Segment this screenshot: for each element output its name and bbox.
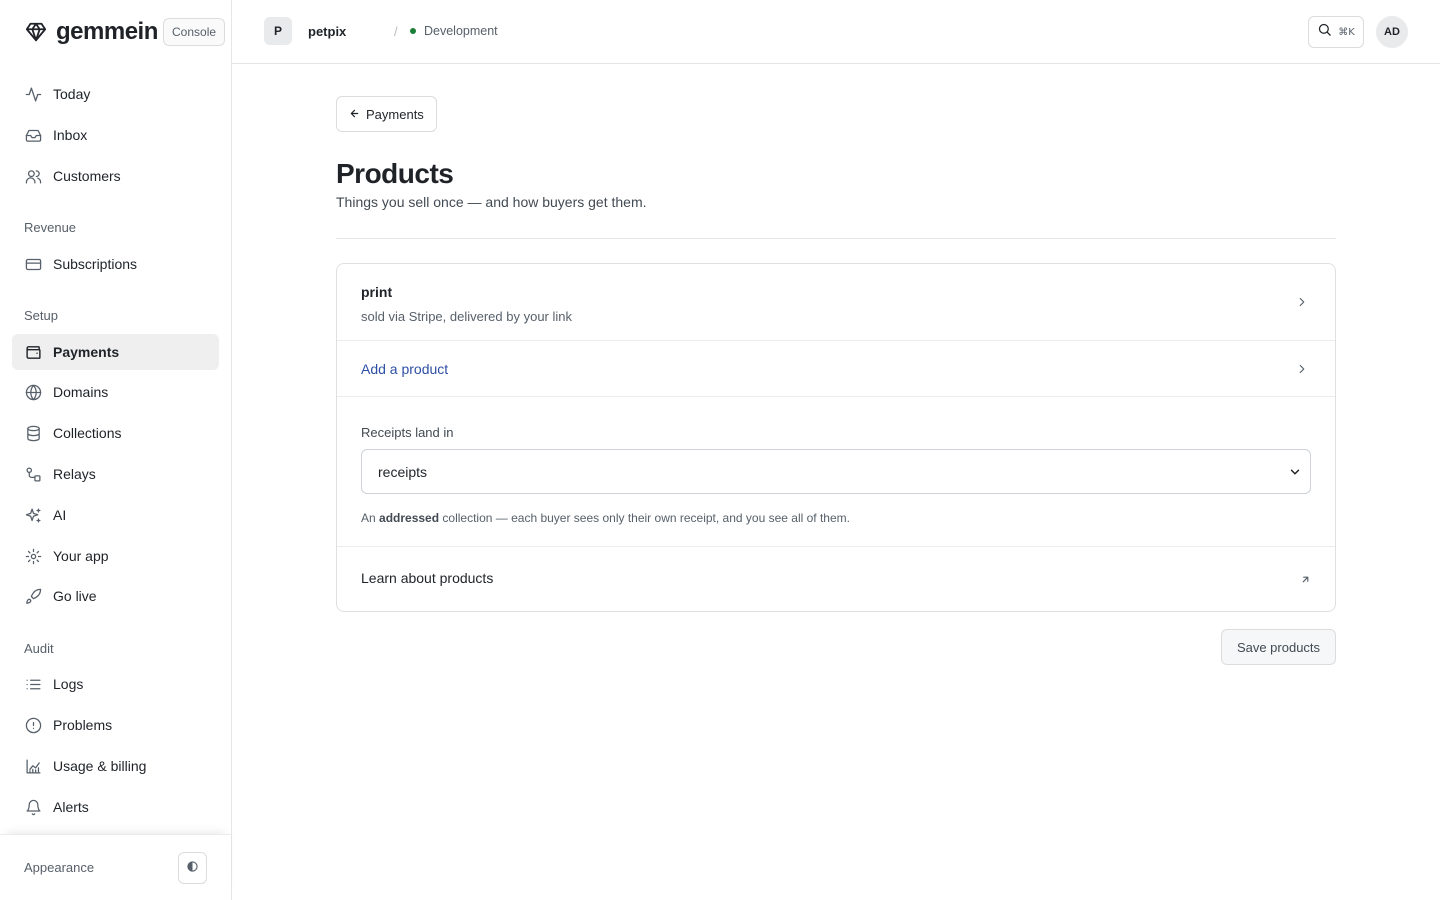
appearance-label: Appearance <box>24 860 95 875</box>
sidebar-item-label: AI <box>53 507 67 523</box>
diamond-icon <box>24 20 48 44</box>
sidebar-item-relays[interactable]: Relays <box>12 456 219 492</box>
page-subtitle: Things you sell once — and how buyers ge… <box>336 194 647 210</box>
globe-icon <box>24 383 42 401</box>
help-suffix: collection — each buyer sees only their … <box>442 511 850 525</box>
receipts-help-text: An addressed collection — each buyer see… <box>361 511 850 525</box>
inbox-icon <box>24 126 42 144</box>
sidebar-item-label: Alerts <box>53 799 89 815</box>
sidebar-item-label: Inbox <box>53 127 88 143</box>
sidebar-item-today[interactable]: Today <box>12 76 219 112</box>
select-value: receipts <box>378 463 428 480</box>
divider <box>336 238 1336 239</box>
product-row[interactable]: print sold via Stripe, delivered by your… <box>337 264 1335 341</box>
back-to-payments-button[interactable]: Payments <box>336 96 437 132</box>
sidebar-item-go-live[interactable]: Go live <box>12 578 219 614</box>
status-dot <box>410 28 416 34</box>
wallet-icon <box>24 343 42 361</box>
help-emphasis: addressed <box>379 511 440 525</box>
sidebar-item-payments[interactable]: Payments <box>12 334 219 370</box>
arrow-left-icon <box>349 107 360 122</box>
alert-circle-icon <box>24 716 42 734</box>
sidebar-item-label: Customers <box>53 168 121 184</box>
sidebar-item-your-app[interactable]: Your app <box>12 538 219 574</box>
sidebar-item-usage-billing[interactable]: Usage & billing <box>12 748 219 784</box>
half-circle-icon <box>187 859 198 877</box>
add-product-link: Add a product <box>361 361 449 377</box>
sidebar-item-ai[interactable]: AI <box>12 497 219 533</box>
theme-toggle-button[interactable] <box>178 852 207 884</box>
list-icon <box>24 675 42 693</box>
sidebar-item-domains[interactable]: Domains <box>12 374 219 410</box>
sidebar-footer: Appearance <box>0 834 231 900</box>
search-shortcut: ⌘K <box>1338 26 1355 38</box>
sidebar-item-collections[interactable]: Collections <box>12 415 219 451</box>
rocket-icon <box>24 587 42 605</box>
chevron-right-icon <box>1295 362 1309 376</box>
user-avatar[interactable]: AD <box>1376 16 1408 48</box>
page-title: Products <box>336 158 454 189</box>
sidebar-item-label: Today <box>53 86 91 102</box>
sidebar-item-label: Relays <box>53 466 96 482</box>
sidebar: gemmein Console Today Inbox Customers Re… <box>0 0 232 900</box>
sidebar-item-alerts[interactable]: Alerts <box>12 789 219 825</box>
products-card: print sold via Stripe, delivered by your… <box>336 263 1336 612</box>
sidebar-item-label: Logs <box>53 676 84 692</box>
environment-switcher[interactable]: Development <box>410 24 498 38</box>
product-name: print <box>361 284 393 300</box>
receipts-collection-select[interactable]: receipts <box>361 449 1311 494</box>
relay-icon <box>24 465 42 483</box>
search-button[interactable]: ⌘K <box>1308 16 1364 48</box>
bell-icon <box>24 798 42 816</box>
save-products-button[interactable]: Save products <box>1221 629 1336 665</box>
console-badge: Console <box>163 18 226 46</box>
sidebar-item-label: Your app <box>53 548 109 564</box>
sidebar-item-customers[interactable]: Customers <box>12 158 219 194</box>
sidebar-item-label: Payments <box>53 344 120 360</box>
sidebar-item-label: Domains <box>53 384 109 400</box>
chevron-right-icon <box>1295 295 1309 309</box>
back-button-label: Payments <box>366 106 424 122</box>
sidebar-item-label: Problems <box>53 717 113 733</box>
brand-name: gemmein <box>56 18 158 45</box>
chart-icon <box>24 757 42 775</box>
sidebar-item-label: Usage & billing <box>53 758 147 774</box>
sidebar-item-label: Go live <box>53 588 97 604</box>
sidebar-item-problems[interactable]: Problems <box>12 707 219 743</box>
sidebar-item-inbox[interactable]: Inbox <box>12 117 219 153</box>
receipts-label: Receipts land in <box>361 425 454 440</box>
sidebar-item-subscriptions[interactable]: Subscriptions <box>12 246 219 282</box>
learn-about-products-link[interactable]: Learn about products <box>337 547 1335 611</box>
sidebar-item-label: Collections <box>53 425 122 441</box>
sidebar-item-logs[interactable]: Logs <box>12 666 219 702</box>
database-icon <box>24 424 42 442</box>
activity-icon <box>24 85 42 103</box>
product-description: sold via Stripe, delivered by your link <box>361 309 572 324</box>
credit-card-icon <box>24 255 42 273</box>
section-label-setup: Setup <box>24 308 58 323</box>
top-bar: P petpix / Development ⌘K AD <box>232 0 1440 64</box>
users-icon <box>24 167 42 185</box>
chevron-down-icon <box>1288 465 1302 482</box>
external-link-icon <box>1300 572 1311 590</box>
help-prefix: An <box>361 511 376 525</box>
learn-label: Learn about products <box>361 570 494 586</box>
gear-icon <box>24 547 42 565</box>
receipts-section: Receipts land in receipts An addressed c… <box>337 397 1335 547</box>
sparkles-icon <box>24 506 42 524</box>
section-label-audit: Audit <box>24 641 54 656</box>
sidebar-item-label: Subscriptions <box>53 256 138 272</box>
project-avatar[interactable]: P <box>264 17 292 45</box>
project-name[interactable]: petpix <box>308 24 346 39</box>
search-icon <box>1317 22 1332 42</box>
breadcrumb-separator: / <box>394 24 398 39</box>
brand[interactable]: gemmein <box>24 18 158 46</box>
add-product-row[interactable]: Add a product <box>337 341 1335 397</box>
environment-label: Development <box>424 24 498 38</box>
section-label-revenue: Revenue <box>24 220 77 235</box>
